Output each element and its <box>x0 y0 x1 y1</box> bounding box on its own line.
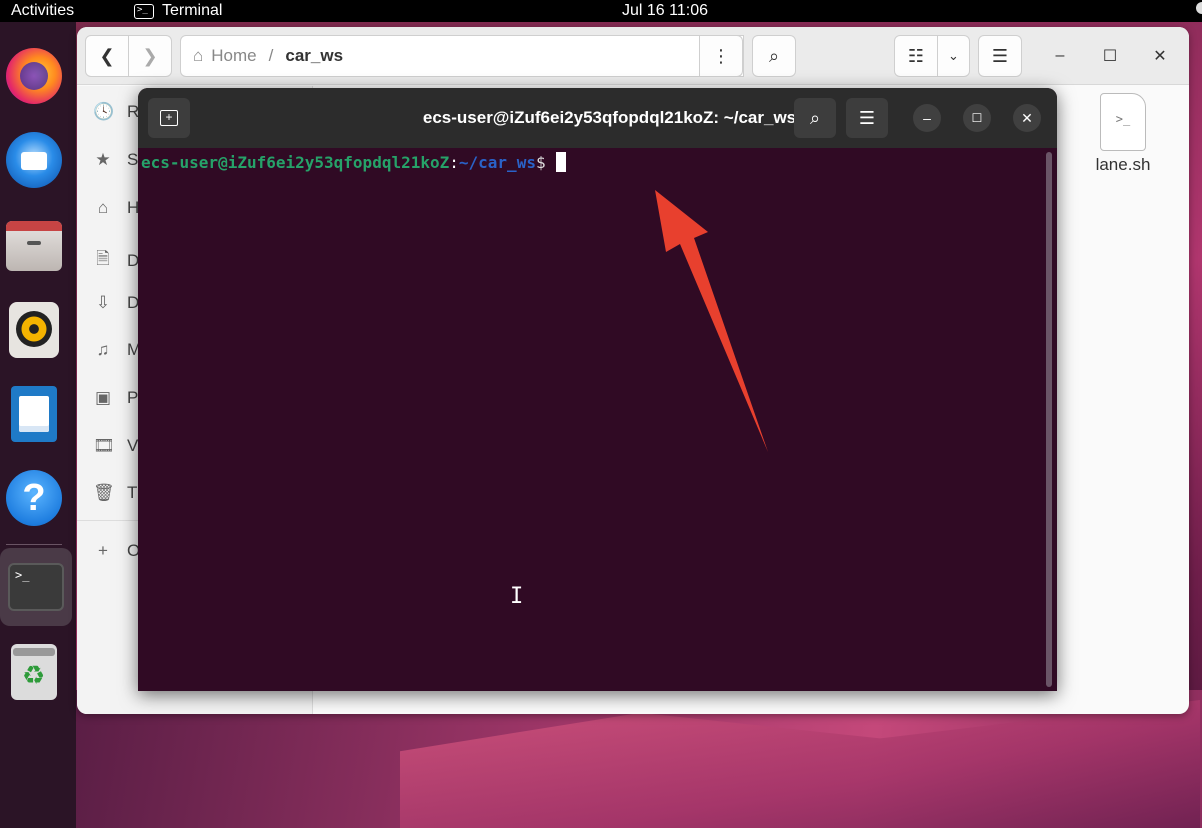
path-separator: / <box>268 46 274 65</box>
sidebar-item-label: T <box>127 483 138 502</box>
file-name: lane.sh <box>1095 155 1151 174</box>
sidebar-item-label: P <box>127 388 139 407</box>
sidebar-item-trash[interactable]: 🗑 T <box>93 483 137 503</box>
script-file-icon: >_ <box>1100 93 1146 151</box>
path-current[interactable]: car_ws <box>285 46 343 66</box>
kebab-menu-icon: ⋮ <box>712 45 730 66</box>
picture-icon: ▣ <box>94 388 112 407</box>
search-icon: ⌕ <box>809 107 821 128</box>
path-menu-button[interactable]: ⋮ <box>699 35 743 77</box>
document-icon: 🗎 <box>96 249 110 268</box>
close-icon: ✕ <box>1021 109 1033 126</box>
terminal-maximize-button[interactable]: ☐ <box>963 104 991 132</box>
sidebar-item-videos[interactable]: 🎞 V <box>93 436 138 456</box>
trash-icon: 🗑 <box>93 483 115 502</box>
sidebar-item-downloads[interactable]: ⇩ D <box>93 293 139 313</box>
prompt-user: ecs-user@iZuf6ei2y53qfopdql21koZ <box>141 153 450 172</box>
dock-item-files[interactable] <box>4 216 64 276</box>
help-icon: ? <box>6 470 62 526</box>
recent-icon: 🕓 <box>93 102 115 121</box>
back-button[interactable]: ❮ <box>85 35 129 77</box>
hamburger-menu-icon: ☰ <box>858 107 876 128</box>
terminal-icon: >_ <box>8 563 64 611</box>
terminal-minimize-button[interactable]: – <box>913 104 941 132</box>
app-menu[interactable]: >_ Terminal <box>134 0 222 22</box>
maximize-icon: ☐ <box>971 111 983 125</box>
sidebar-item-recent[interactable]: 🕓 R <box>93 102 139 122</box>
home-icon: ⌂ <box>193 46 204 65</box>
dock-item-thunderbird[interactable] <box>4 130 64 190</box>
dock-item-rhythmbox[interactable] <box>4 300 64 360</box>
close-icon: ✕ <box>1153 48 1167 65</box>
list-view-icon: ☷ <box>907 45 925 66</box>
thunderbird-icon <box>6 132 62 188</box>
firefox-icon <box>6 48 62 104</box>
minimize-button[interactable]: – <box>1047 43 1073 69</box>
system-menu-icon[interactable] <box>1196 2 1202 14</box>
video-icon: 🎞 <box>93 436 115 455</box>
forward-button[interactable]: ❯ <box>128 35 172 77</box>
chevron-left-icon: ❮ <box>99 45 115 66</box>
maximize-button[interactable]: ☐ <box>1097 43 1123 69</box>
dock-item-help[interactable]: ? <box>4 468 64 528</box>
shell-prompt: ecs-user@iZuf6ei2y53qfopdql21koZ:~/car_w… <box>141 152 566 173</box>
dock-item-writer[interactable] <box>4 384 64 444</box>
view-options-button[interactable]: ⌄ <box>937 35 970 77</box>
path-bar[interactable]: ⌂ Home / car_ws <box>180 35 744 77</box>
dock-item-terminal[interactable]: >_ <box>0 548 72 626</box>
plus-icon: + <box>98 541 108 560</box>
maximize-icon: ☐ <box>1102 48 1118 65</box>
search-button[interactable]: ⌕ <box>752 35 796 77</box>
files-icon <box>6 221 62 271</box>
writer-icon <box>11 386 57 442</box>
sidebar-item-starred[interactable]: ★ S <box>93 150 138 170</box>
top-bar: Activities >_ Terminal Jul 16 11:06 <box>0 0 1202 22</box>
files-headerbar: ❮ ❯ ⌂ Home / car_ws ⋮ ⌕ ☷ ⌄ ☰ – ☐ ✕ <box>77 27 1189 85</box>
terminal-scrollbar[interactable] <box>1046 152 1052 687</box>
prompt-symbol: $ <box>535 153 546 172</box>
ibeam-cursor-icon: I <box>510 584 524 609</box>
rhythmbox-icon <box>9 302 59 358</box>
text-cursor <box>555 152 566 172</box>
main-menu-button[interactable]: ☰ <box>978 35 1022 77</box>
clock[interactable]: Jul 16 11:06 <box>622 0 708 22</box>
home-icon: ⌂ <box>97 198 109 217</box>
chevron-right-icon: ❯ <box>142 45 158 66</box>
sidebar-item-other-locations[interactable]: + O <box>93 541 140 561</box>
dock-separator <box>6 544 62 545</box>
terminal-search-button[interactable]: ⌕ <box>794 98 836 138</box>
terminal-close-button[interactable]: ✕ <box>1013 104 1041 132</box>
star-icon: ★ <box>95 150 111 169</box>
dock: ? >_ <box>0 22 76 828</box>
sidebar-item-label: S <box>127 150 139 169</box>
view-list-button[interactable]: ☷ <box>894 35 938 77</box>
path-home[interactable]: Home <box>211 46 256 66</box>
sidebar-item-music[interactable]: ♫ M <box>93 340 142 360</box>
sidebar-item-pictures[interactable]: ▣ P <box>93 388 138 408</box>
terminal-menu-button[interactable]: ☰ <box>846 98 888 138</box>
terminal-window: + ecs-user@iZuf6ei2y53qfopdql21koZ: ~/ca… <box>138 88 1057 691</box>
search-icon: ⌕ <box>768 45 780 66</box>
terminal-headerbar: + ecs-user@iZuf6ei2y53qfopdql21koZ: ~/ca… <box>138 88 1057 148</box>
sidebar-item-label: V <box>127 436 139 455</box>
music-icon: ♫ <box>96 340 110 359</box>
dock-item-trash[interactable] <box>4 642 64 702</box>
trash-icon <box>11 644 57 700</box>
app-name: Terminal <box>162 2 223 19</box>
prompt-colon: : <box>449 153 459 172</box>
download-icon: ⇩ <box>95 293 111 312</box>
sidebar-item-home[interactable]: ⌂ H <box>93 198 139 218</box>
dock-item-firefox[interactable] <box>4 46 64 106</box>
hamburger-menu-icon: ☰ <box>991 45 1009 66</box>
close-button[interactable]: ✕ <box>1147 43 1173 69</box>
terminal-output[interactable]: ecs-user@iZuf6ei2y53qfopdql21koZ:~/car_w… <box>138 148 1057 691</box>
chevron-down-icon: ⌄ <box>948 48 959 63</box>
activities-button[interactable]: Activities <box>11 0 74 22</box>
terminal-icon: >_ <box>134 3 154 19</box>
minimize-icon: – <box>1055 47 1065 64</box>
minimize-icon: – <box>923 110 931 126</box>
prompt-path: ~/car_ws <box>458 153 536 172</box>
file-item-lane-sh[interactable]: >_ lane.sh <box>1087 93 1159 175</box>
sidebar-item-documents[interactable]: 🗎 D <box>93 246 139 275</box>
